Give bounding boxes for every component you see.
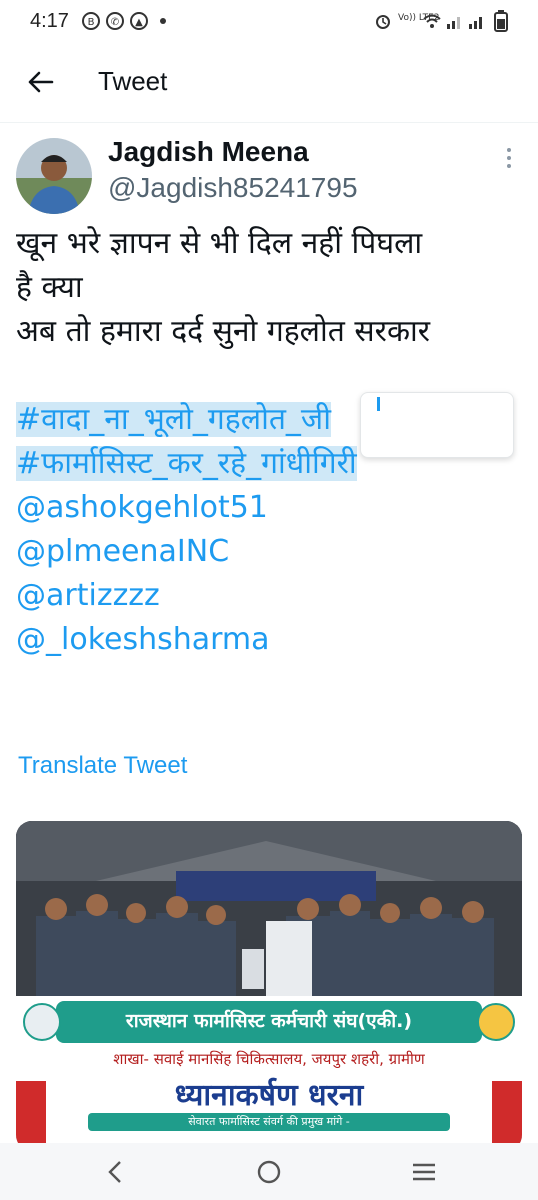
hashtag-link[interactable]: #फार्मासिस्ट_कर_रहे_गांधीगिरी — [16, 446, 357, 481]
recents-nav-icon[interactable] — [404, 1157, 444, 1187]
signal-icon-2 — [469, 17, 482, 29]
hashtag-link[interactable]: #वादा_ना_भूलो_गहलोत_जी — [16, 402, 331, 437]
avatar[interactable] — [16, 138, 92, 214]
wifi-icon — [423, 14, 441, 28]
arrow-left-icon[interactable] — [26, 68, 54, 96]
alarm-icon — [376, 15, 390, 29]
status-bar: 4:17 B ✆ ▲ Vo)) LTE2 — [0, 0, 538, 44]
translate-tweet-link[interactable]: Translate Tweet — [18, 752, 187, 780]
status-time: 4:17 — [30, 10, 69, 32]
tweet-line: अब तो हमारा दर्द सुनो गहलोत सरकार — [16, 314, 431, 349]
mention-link[interactable]: @artizzzz — [16, 578, 160, 613]
banner-branch-line: शाखा- सवाई मानसिंह चिकित्सालय, जयपुर शहर… — [113, 1050, 425, 1068]
app-bar: Tweet — [0, 44, 538, 123]
notification-dot — [160, 18, 166, 24]
mention-link[interactable]: @plmeenaINC — [16, 534, 229, 569]
tweet-media-image[interactable]: राजस्थान फार्मासिस्ट कर्मचारी संघ(एकी.) … — [16, 821, 522, 1151]
page-title: Tweet — [98, 66, 168, 96]
mention-link[interactable]: @ashokgehlot51 — [16, 490, 268, 525]
mention-link[interactable]: @_lokeshsharma — [16, 622, 270, 657]
a-circle-icon: ▲ — [130, 12, 148, 30]
avatar-photo — [16, 138, 92, 214]
banner-title: राजस्थान फार्मासिस्ट कर्मचारी संघ(एकी.) — [125, 1010, 413, 1032]
more-options-icon[interactable] — [502, 148, 516, 172]
tweet-line: खून भरे ज्ञापन से भी दिल नहीं पिघला — [16, 226, 423, 261]
author-handle[interactable]: @Jagdish85241795 — [108, 172, 358, 204]
b-circle-icon: B — [82, 12, 100, 30]
banner-headline: ध्यानाकर्षण धरना — [174, 1078, 364, 1113]
system-nav-bar — [0, 1143, 538, 1200]
back-nav-icon[interactable] — [96, 1157, 136, 1187]
tweet-line: है क्या — [16, 270, 83, 305]
text-selection-handle-popup — [360, 392, 514, 458]
home-nav-icon[interactable] — [249, 1157, 289, 1187]
battery-icon — [494, 10, 508, 32]
whatsapp-icon: ✆ — [106, 12, 124, 30]
signal-icon — [447, 17, 460, 29]
author-name[interactable]: Jagdish Meena — [108, 136, 309, 168]
banner-subline: सेवारत फार्मासिस्ट संवर्ग की प्रमुख मांग… — [188, 1115, 350, 1128]
